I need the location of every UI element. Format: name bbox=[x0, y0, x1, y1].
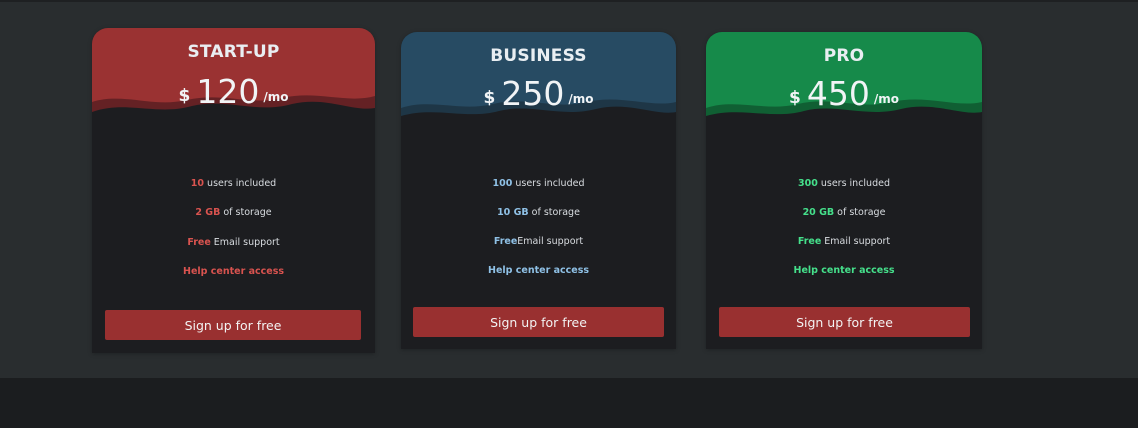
plan-name: START-UP bbox=[187, 42, 280, 62]
currency-symbol: $ bbox=[789, 88, 801, 108]
feature-users: 300 users included bbox=[706, 178, 982, 189]
feature-text: users included bbox=[512, 178, 585, 189]
price-amount: 450 bbox=[806, 74, 870, 113]
currency-symbol: $ bbox=[178, 86, 191, 106]
currency-symbol: $ bbox=[483, 88, 496, 108]
feature-text: Email support bbox=[210, 237, 280, 248]
footer-band bbox=[0, 378, 1138, 428]
feature-value: 2 GB bbox=[195, 207, 221, 218]
price-period: /mo bbox=[873, 92, 899, 106]
feature-text: of storage bbox=[528, 207, 580, 218]
feature-value: 20 GB bbox=[802, 207, 835, 218]
plan-name: BUSINESS bbox=[490, 46, 587, 66]
signup-button[interactable]: Sign up for free bbox=[105, 310, 361, 340]
feature-support: Free Email support bbox=[92, 237, 375, 248]
price-amount: 120 bbox=[196, 72, 260, 111]
feature-help: Help center access bbox=[706, 265, 982, 276]
feature-text: Email support bbox=[821, 236, 891, 247]
feature-text: Email support bbox=[517, 236, 584, 247]
plan-price: $120/mo bbox=[92, 72, 375, 111]
feature-value: Help center access bbox=[488, 265, 589, 276]
feature-help: Help center access bbox=[92, 266, 375, 277]
feature-value: 10 GB bbox=[497, 207, 529, 218]
feature-help: Help center access bbox=[401, 265, 676, 276]
feature-value: 100 bbox=[492, 178, 513, 189]
plan-name: PRO bbox=[823, 46, 865, 66]
pricing-card-business: BUSINESS $250/mo 100 users included 10 G… bbox=[401, 32, 676, 349]
feature-value: 300 bbox=[797, 178, 818, 189]
feature-value: Help center access bbox=[183, 266, 284, 277]
feature-text: users included bbox=[204, 178, 277, 189]
feature-text: of storage bbox=[834, 207, 886, 218]
signup-button[interactable]: Sign up for free bbox=[719, 307, 970, 337]
feature-support: Free Email support bbox=[706, 236, 982, 247]
price-period: /mo bbox=[568, 92, 594, 106]
pricing-card-startup: START-UP $120/mo 10 users included 2 GB … bbox=[92, 28, 375, 353]
feature-storage: 2 GB of storage bbox=[92, 207, 375, 218]
plan-price: $250/mo bbox=[401, 74, 676, 113]
feature-value: 10 bbox=[190, 178, 205, 189]
feature-storage: 10 GB of storage bbox=[401, 207, 676, 218]
price-amount: 250 bbox=[501, 74, 565, 113]
feature-users: 10 users included bbox=[92, 178, 375, 189]
feature-users: 100 users included bbox=[401, 178, 676, 189]
feature-text: of storage bbox=[220, 207, 272, 218]
feature-value: Help center access bbox=[793, 265, 895, 276]
feature-value: Free bbox=[797, 236, 822, 247]
signup-button[interactable]: Sign up for free bbox=[413, 307, 664, 337]
feature-value: Free bbox=[187, 237, 211, 248]
feature-text: users included bbox=[817, 178, 890, 189]
pricing-card-pro: PRO $450/mo 300 users included 20 GB of … bbox=[706, 32, 982, 349]
feature-value: Free bbox=[493, 236, 518, 247]
pricing-section: START-UP $120/mo 10 users included 2 GB … bbox=[0, 0, 1138, 378]
feature-support: FreeEmail support bbox=[401, 236, 676, 247]
feature-storage: 20 GB of storage bbox=[706, 207, 982, 218]
plan-price: $450/mo bbox=[706, 74, 982, 113]
price-period: /mo bbox=[263, 90, 289, 104]
